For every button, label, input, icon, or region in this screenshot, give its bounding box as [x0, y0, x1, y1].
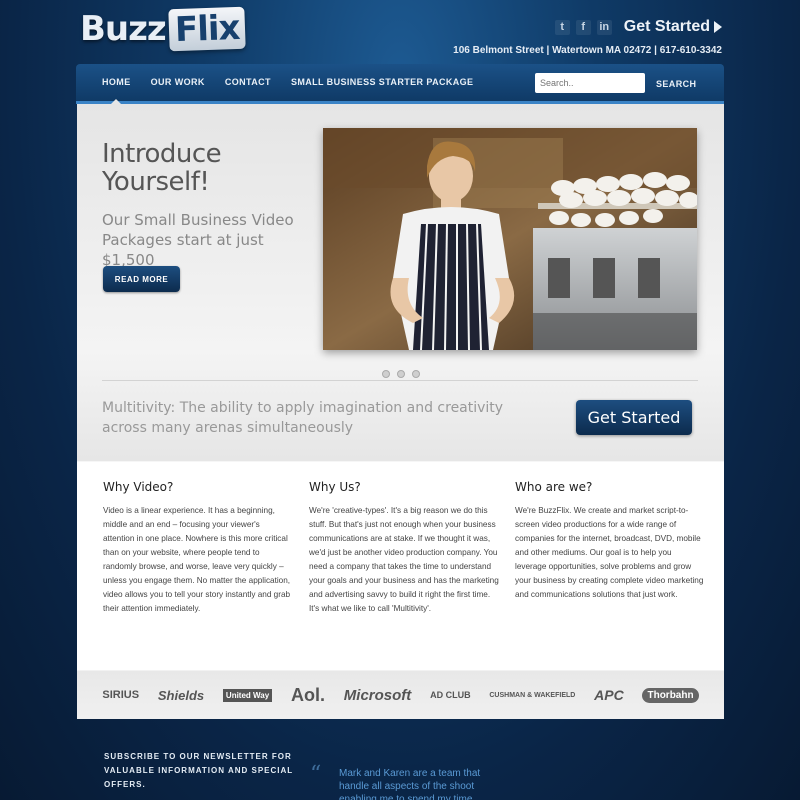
client-logo-microsoft: Microsoft [343, 686, 412, 704]
barista-image [323, 128, 697, 350]
newsletter-text: SUBSCRIBE TO OUR NEWSLETTER FOR VALUABLE… [104, 752, 294, 789]
why-video-column: Why Video? Video is a linear experience.… [103, 480, 293, 616]
why-us-text-footer: It's what we like to call 'Multitivity'. [309, 604, 432, 613]
twitter-icon[interactable]: t [554, 19, 570, 35]
facebook-icon[interactable]: f [575, 19, 591, 35]
nav-home[interactable]: HOME [92, 64, 141, 104]
client-logo-apc: APC [594, 687, 624, 703]
read-more-button[interactable]: READ MORE [103, 266, 180, 292]
header-get-started-label: Get Started [623, 18, 710, 35]
client-logo-cushman-wakefield: CUSHMAN & WAKEFIELD [489, 691, 576, 699]
client-logo-thorbahn: Thorbahn [642, 687, 699, 703]
client-logo-ad-club: AD CLUB [430, 690, 471, 700]
client-logo-united-way: United Way [222, 688, 273, 702]
search-button[interactable]: SEARCH [656, 74, 696, 94]
client-logo-aol: Aol. [290, 684, 325, 705]
who-are-we-text: We're BuzzFlix. We create and market scr… [515, 506, 704, 599]
hero-title: Introduce Yourself! [102, 139, 222, 197]
client-logos: SIRIUS Shields United Way Aol. Microsoft… [77, 680, 724, 710]
why-us-column: Why Us? We're 'creative-types'. It's a b… [309, 480, 499, 616]
nav-contact[interactable]: CONTACT [215, 64, 281, 101]
search-input[interactable] [535, 73, 645, 93]
get-started-button[interactable]: Get Started [576, 400, 692, 435]
slider-dot[interactable] [397, 370, 405, 378]
main-content: Introduce Yourself! Our Small Business V… [77, 104, 724, 719]
hero-subtitle: Our Small Business Video Packages start … [102, 211, 294, 269]
logo-text-flix: Flix [167, 6, 246, 52]
slider-dots [382, 370, 420, 378]
client-logo-sirius: SIRIUS [102, 689, 140, 701]
slider-dot[interactable] [412, 370, 420, 378]
nav-starter-package[interactable]: SMALL BUSINESS STARTER PACKAGE [281, 64, 484, 101]
who-are-we-column: Who are we? We're BuzzFlix. We create an… [515, 480, 705, 602]
logo-text-buzz: Buzz [80, 9, 167, 49]
testimonial-text: Mark and Karen are a team that handle al… [339, 768, 481, 800]
tagline-text: Multitivity: The ability to apply imagin… [102, 400, 504, 436]
why-video-heading: Why Video? [103, 480, 174, 494]
who-are-we-heading: Who are we? [515, 480, 593, 494]
contact-address: 106 Belmont Street | Watertown MA 02472 … [453, 45, 722, 56]
hero-photo [323, 128, 697, 350]
divider-line [102, 380, 698, 381]
why-us-heading: Why Us? [309, 480, 361, 494]
linkedin-icon[interactable]: in [596, 19, 612, 35]
social-links: t f in Get Started [554, 18, 722, 36]
quote-icon: “ [310, 762, 322, 787]
play-arrow-icon [714, 21, 722, 33]
client-logo-shields: Shields [157, 687, 205, 703]
header-get-started-link[interactable]: Get Started [624, 18, 722, 36]
buzzflix-logo[interactable]: Buzz Flix [80, 6, 246, 52]
main-nav: HOME OUR WORK CONTACT SMALL BUSINESS STA… [76, 64, 724, 104]
why-us-text: We're 'creative-types'. It's a big reaso… [309, 506, 499, 599]
why-video-text: Video is a linear experience. It has a b… [103, 506, 291, 613]
nav-our-work[interactable]: OUR WORK [141, 64, 215, 101]
slider-dot[interactable] [382, 370, 390, 378]
